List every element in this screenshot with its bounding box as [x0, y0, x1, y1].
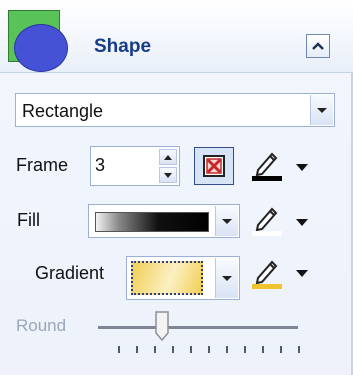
gradient-pen-dropdown[interactable] [296, 270, 308, 278]
round-label: Round [16, 316, 67, 335]
fill-pen-icon[interactable] [250, 203, 284, 237]
arrow-down-icon [164, 172, 172, 178]
no-frame-icon [203, 155, 225, 177]
shape-type-select[interactable]: Rectangle [15, 93, 335, 127]
frame-width-stepper[interactable]: 3 [90, 146, 180, 186]
gradient-swatch [131, 261, 203, 295]
round-tick [226, 346, 228, 353]
frame-pen-icon[interactable] [250, 148, 284, 182]
round-tick [298, 346, 300, 353]
fill-pen-dropdown[interactable] [296, 219, 308, 227]
fill-dropdown-button[interactable] [215, 206, 238, 236]
chevron-down-icon [317, 107, 327, 113]
round-slider-track[interactable] [98, 326, 298, 329]
round-tick [280, 346, 282, 353]
round-tick [190, 346, 192, 353]
frame-label: Frame [16, 155, 69, 175]
gradient-label: Gradient [35, 263, 105, 283]
round-slider-ticks [118, 346, 300, 354]
gradient-pen-color-bar [252, 284, 282, 289]
shape-icon [6, 10, 68, 72]
frame-width-spin[interactable] [159, 149, 177, 183]
shape-panel: Shape Rectangle Frame 3 Fill Gradient Ro… [0, 0, 353, 375]
round-tick [136, 346, 138, 353]
spin-up-button[interactable] [159, 149, 177, 165]
chevron-down-icon [222, 218, 232, 224]
collapse-button[interactable] [306, 34, 330, 58]
frame-pen-dropdown[interactable] [296, 164, 308, 172]
chevron-down-icon [222, 275, 232, 281]
chevron-up-icon [312, 42, 324, 50]
gradient-pen-icon[interactable] [250, 256, 284, 290]
gradient-picker[interactable] [126, 256, 240, 300]
frame-width-value[interactable]: 3 [95, 155, 105, 176]
round-tick [244, 346, 246, 353]
circle-shape [14, 24, 68, 72]
shape-type-dropdown-button[interactable] [310, 95, 333, 125]
arrow-up-icon [164, 154, 172, 160]
no-frame-button[interactable] [194, 147, 234, 185]
gradient-dropdown-button[interactable] [215, 258, 238, 298]
frame-pen-color-bar [252, 176, 282, 181]
spin-down-button[interactable] [159, 167, 177, 183]
shape-type-value: Rectangle [22, 101, 104, 121]
round-tick [118, 346, 120, 353]
round-slider-thumb[interactable] [155, 311, 169, 341]
fill-pen-color-bar [252, 231, 282, 236]
panel-header: Shape [0, 0, 353, 73]
fill-picker[interactable] [88, 204, 240, 238]
round-tick [154, 346, 156, 353]
panel-title: Shape [94, 36, 152, 57]
fill-gradient-swatch [95, 212, 209, 232]
round-tick [172, 346, 174, 353]
round-tick [208, 346, 210, 353]
fill-label: Fill [17, 210, 40, 230]
round-tick [262, 346, 264, 353]
